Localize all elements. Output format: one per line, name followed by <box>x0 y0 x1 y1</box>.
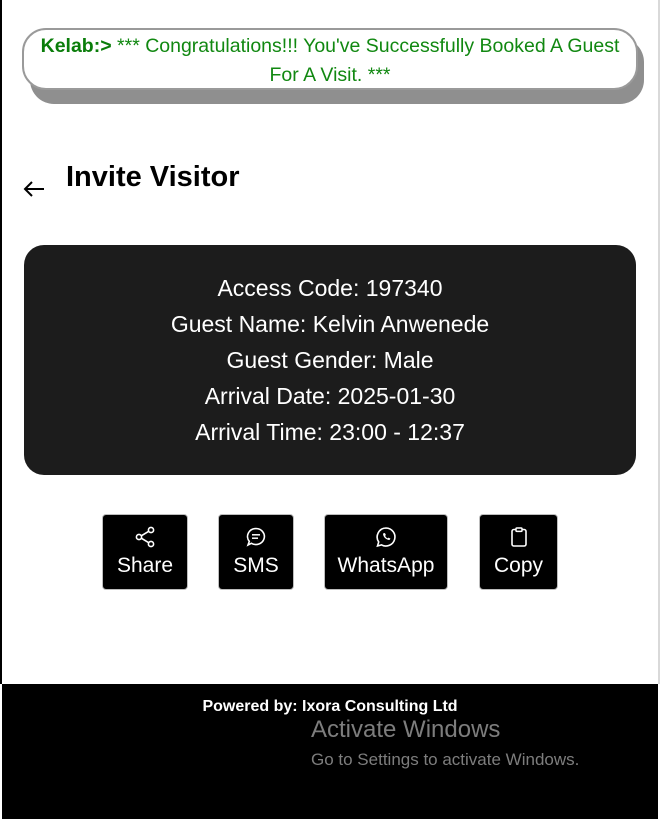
arrival-date: Arrival Date: 2025-01-30 <box>204 383 456 409</box>
share-button[interactable]: Share <box>102 514 188 590</box>
whatsapp-label: WhatsApp <box>337 554 435 577</box>
guest-gender: Guest Gender: Male <box>226 347 434 373</box>
whatsapp-button[interactable]: WhatsApp <box>324 514 448 590</box>
visitor-details-card: Access Code: 197340 Guest Name: Kelvin A… <box>24 245 636 475</box>
clipboard-icon <box>510 527 527 547</box>
windows-watermark-title: Activate Windows <box>311 716 501 743</box>
arrival-time: Arrival Time: 23:00 - 12:37 <box>195 419 465 445</box>
notification-banner: Kelab:> *** Congratulations!!! You've Su… <box>22 28 644 104</box>
share-label: Share <box>116 554 174 577</box>
banner-text: *** Congratulations!!! You've Successful… <box>111 35 620 86</box>
page-title: Invite Visitor <box>66 161 240 193</box>
copy-button[interactable]: Copy <box>479 514 558 590</box>
arrow-left-icon <box>23 181 44 197</box>
copy-label: Copy <box>493 554 544 577</box>
powered-by-text: Powered by: Ixora Consulting Ltd <box>202 698 458 715</box>
share-icon <box>135 526 155 548</box>
share-actions: Share SMS WhatsApp Copy <box>0 514 660 592</box>
whatsapp-icon <box>376 527 396 548</box>
back-button[interactable] <box>21 176 47 202</box>
banner-message-box: Kelab:> *** Congratulations!!! You've Su… <box>22 28 638 90</box>
access-code: Access Code: 197340 <box>217 275 443 301</box>
sms-label: SMS <box>233 554 279 577</box>
banner-tag: Kelab:> <box>40 35 112 57</box>
guest-name: Guest Name: Kelvin Anwenede <box>170 311 490 337</box>
windows-watermark-subtitle: Go to Settings to activate Windows. <box>311 750 580 769</box>
sms-button[interactable]: SMS <box>218 514 294 590</box>
chat-icon <box>246 527 266 547</box>
